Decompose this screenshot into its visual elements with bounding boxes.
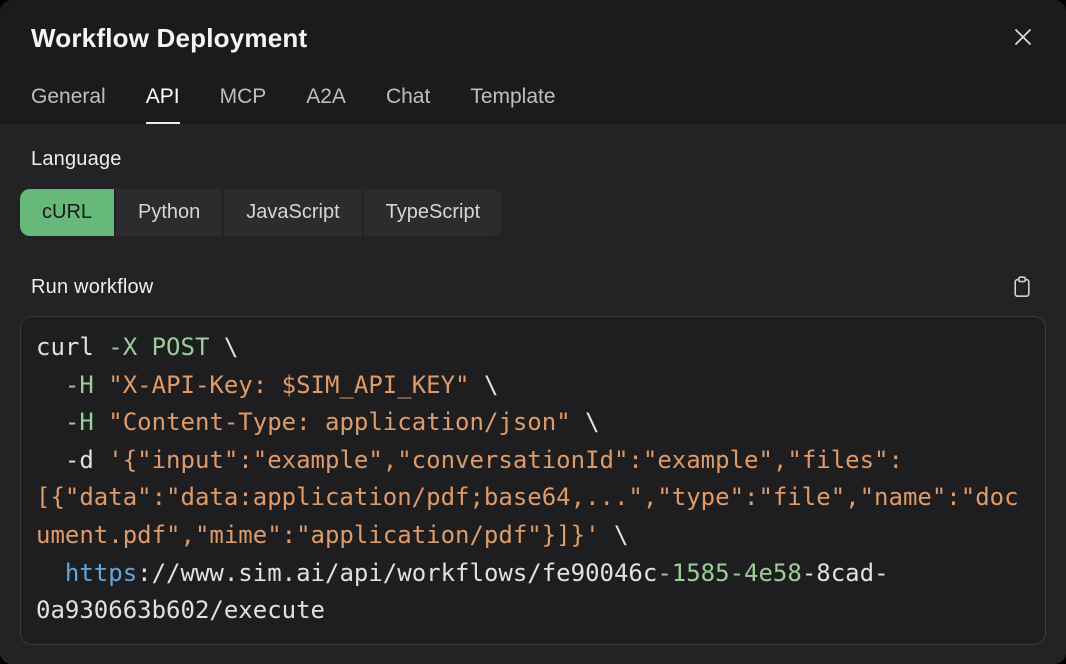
code-line: -H "Content-Type: application/json" \ (36, 404, 1030, 442)
code-line: [{"data":"data:application/pdf;base64,..… (36, 479, 1030, 517)
language-option-curl[interactable]: cURL (20, 189, 114, 236)
workflow-deployment-dialog: Workflow Deployment General API MCP A2A Chat… (0, 0, 1066, 664)
tab-template[interactable]: Template (470, 85, 555, 124)
dialog-content: Language cURLPythonJavaScriptTypeScript … (0, 124, 1066, 664)
code-line: curl -X POST \ (36, 329, 1030, 367)
title-row: Workflow Deployment (31, 22, 1038, 54)
code-line: -d '{"input":"example","conversationId":… (36, 442, 1030, 480)
language-option-typescript[interactable]: TypeScript (364, 189, 502, 236)
language-option-python[interactable]: Python (116, 189, 222, 236)
close-button[interactable] (1008, 22, 1038, 52)
copy-button[interactable] (1007, 272, 1037, 302)
tab-bar: General API MCP A2A Chat Template (31, 85, 1038, 124)
close-icon (1012, 26, 1034, 48)
tab-chat[interactable]: Chat (386, 85, 430, 124)
code-line: ument.pdf","mime":"application/pdf"}]}' … (36, 517, 1030, 555)
language-option-javascript[interactable]: JavaScript (224, 189, 361, 236)
clipboard-icon (1012, 276, 1032, 298)
code-line: https://www.sim.ai/api/workflows/fe90046… (36, 555, 1030, 593)
language-label: Language (31, 148, 1046, 171)
page-title: Workflow Deployment (31, 22, 307, 54)
run-workflow-row: Run workflow (20, 272, 1046, 302)
code-line: 0a930663b602/execute (36, 592, 1030, 630)
dialog-header: Workflow Deployment General API MCP A2A Chat… (0, 0, 1066, 124)
tab-general[interactable]: General (31, 85, 106, 124)
tab-api[interactable]: API (146, 85, 180, 124)
code-line: -H "X-API-Key: $SIM_API_KEY" \ (36, 367, 1030, 405)
run-workflow-label: Run workflow (31, 276, 153, 299)
code-block: curl -X POST \ -H "X-API-Key: $SIM_API_K… (20, 316, 1046, 645)
tab-mcp[interactable]: MCP (220, 85, 267, 124)
tab-a2a[interactable]: A2A (306, 85, 346, 124)
language-segmented-control: cURLPythonJavaScriptTypeScript (20, 189, 502, 236)
